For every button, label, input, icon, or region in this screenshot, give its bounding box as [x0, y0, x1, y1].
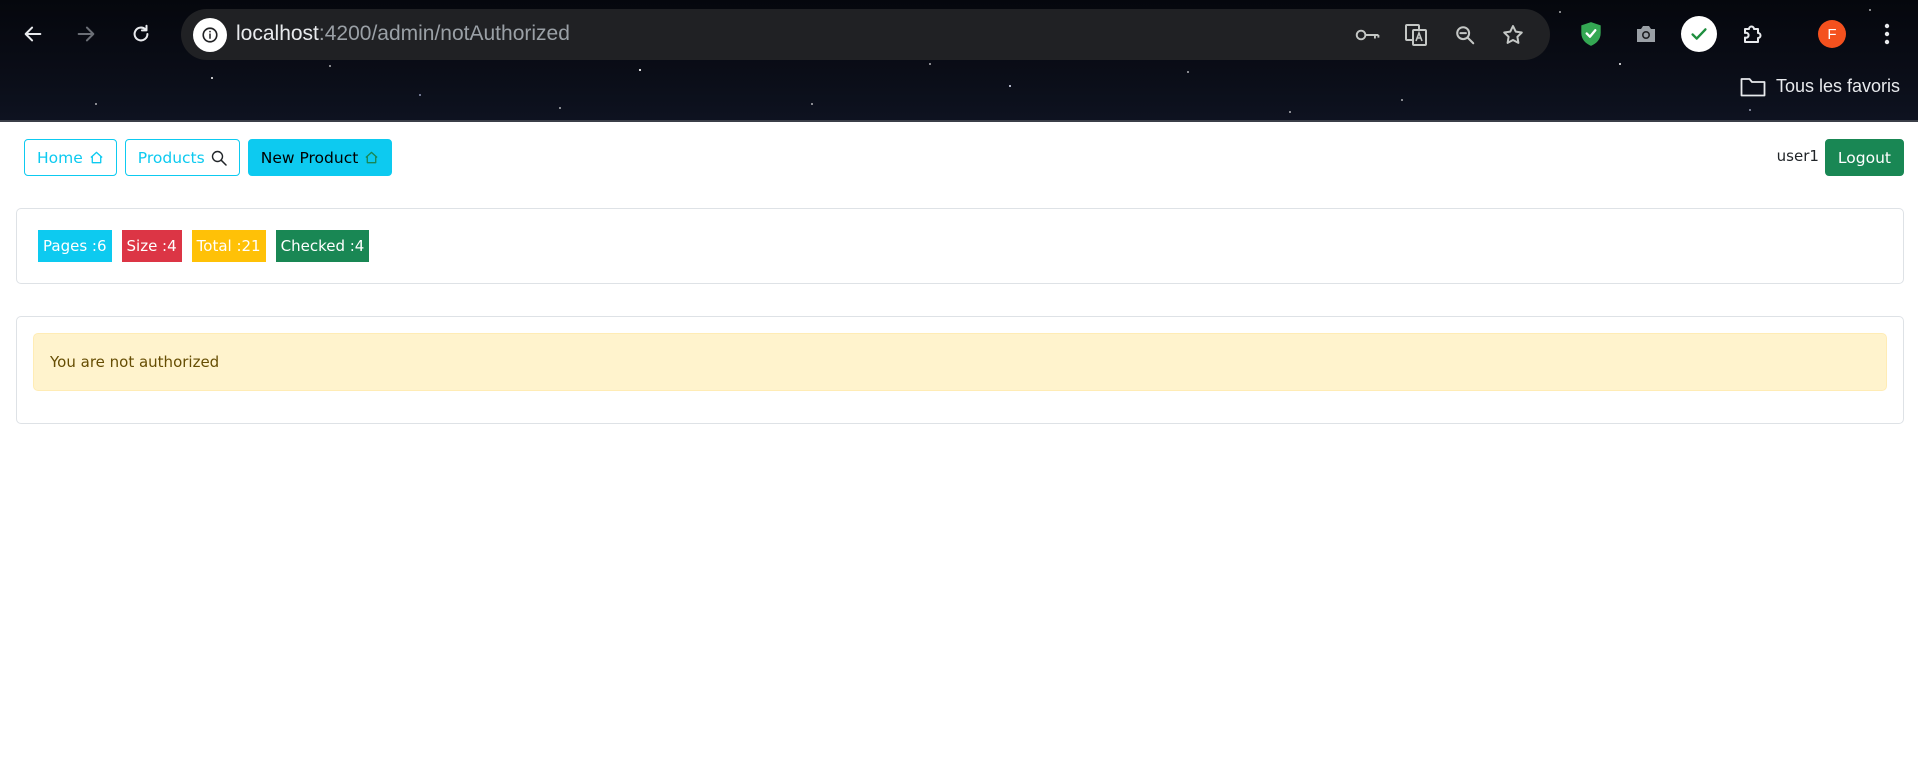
products-button[interactable]: Products — [124, 139, 240, 176]
url-path: :4200/admin/notAuthorized — [318, 22, 570, 45]
home-button-label: Home — [37, 148, 83, 167]
reload-icon[interactable] — [124, 17, 158, 51]
back-icon[interactable] — [16, 17, 50, 51]
url-text[interactable]: localhost:4200/admin/notAuthorized — [236, 22, 570, 46]
pages-badge: Pages :6 — [38, 230, 112, 262]
menu-dots-icon[interactable] — [1870, 17, 1904, 51]
username: user1 — [1776, 146, 1819, 165]
total-badge: Total :21 — [191, 230, 266, 262]
site-info-icon[interactable] — [193, 18, 227, 52]
extensions-puzzle-icon[interactable] — [1736, 17, 1770, 51]
folder-icon — [1740, 77, 1766, 97]
camera-extension-icon[interactable] — [1629, 17, 1663, 51]
user-area: user1 Logout — [1777, 139, 1904, 176]
products-button-label: Products — [137, 148, 205, 167]
translate-icon[interactable] — [1403, 22, 1429, 48]
password-key-icon[interactable] — [1355, 22, 1381, 48]
app-navbar: Home Products New Product — [24, 139, 393, 176]
browser-chrome: localhost:4200/admin/notAuthorized F Tou… — [0, 0, 1918, 122]
alert-message: You are not authorized — [50, 353, 220, 371]
bookmark-star-icon[interactable] — [1500, 22, 1526, 48]
logout-button[interactable]: Logout — [1824, 139, 1904, 176]
page-content: Home Products New Product user1 Logout P… — [0, 122, 1918, 765]
profile-initial: F — [1827, 25, 1837, 43]
search-icon — [211, 150, 227, 166]
url-host: localhost — [236, 22, 319, 45]
not-authorized-alert: You are not authorized — [33, 333, 1887, 391]
home-button[interactable]: Home — [24, 139, 117, 176]
check-extension-icon[interactable] — [1681, 16, 1717, 52]
content-card: You are not authorized — [16, 316, 1904, 424]
size-badge: Size :4 — [121, 230, 182, 262]
zoom-out-icon[interactable] — [1452, 22, 1478, 48]
address-bar[interactable]: localhost:4200/admin/notAuthorized — [181, 9, 1550, 60]
checked-badge: Checked :4 — [275, 230, 370, 262]
stats-card: Pages :6 Size :4 Total :21 Checked :4 — [16, 208, 1904, 284]
all-bookmarks-label: Tous les favoris — [1775, 76, 1900, 96]
house-icon — [364, 150, 379, 165]
house-icon — [89, 150, 104, 165]
forward-icon[interactable] — [69, 17, 103, 51]
new-product-button[interactable]: New Product — [247, 139, 393, 176]
new-product-button-label: New Product — [260, 148, 359, 167]
stats-badges: Pages :6 Size :4 Total :21 Checked :4 — [38, 230, 370, 262]
profile-avatar[interactable]: F — [1818, 20, 1846, 48]
shield-extension-icon[interactable] — [1574, 17, 1608, 51]
all-bookmarks-button[interactable]: Tous les favoris — [1740, 76, 1900, 97]
